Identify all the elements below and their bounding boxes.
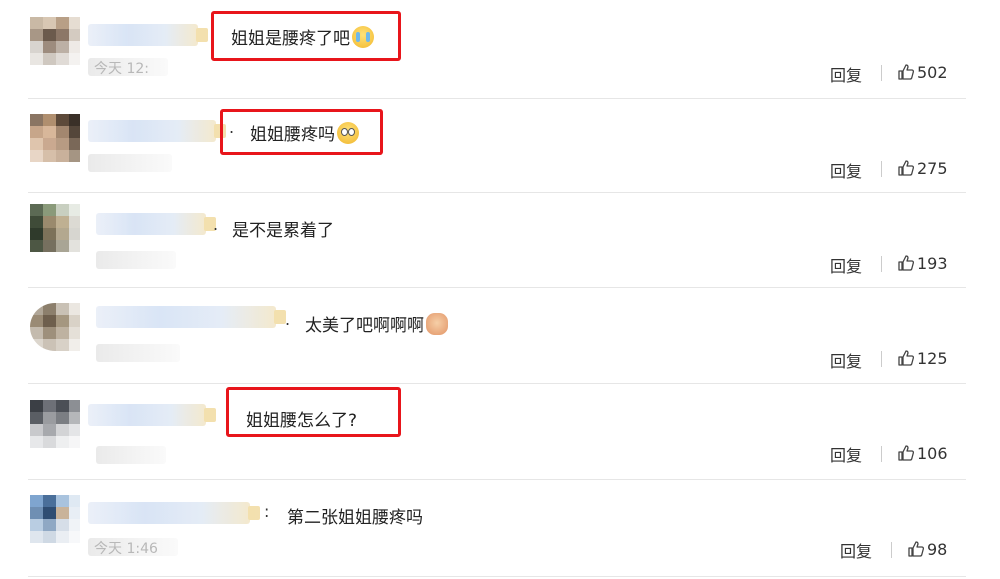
thumbs-up-icon	[898, 64, 915, 80]
reply-button[interactable]: 回复	[830, 348, 862, 372]
like-button[interactable]: 98	[907, 540, 947, 559]
thumbs-up-icon	[898, 255, 915, 271]
reply-button[interactable]: 回复	[830, 442, 862, 466]
reply-button[interactable]: 回复	[840, 538, 872, 562]
comment-item: . 是不是累着了 回复 193	[0, 191, 1000, 288]
comment-item: . 姐姐腰疼吗 回复 275	[0, 96, 1000, 193]
doge-face-icon	[426, 313, 448, 335]
reply-button[interactable]: 回复	[830, 62, 862, 86]
colon-separator: .	[213, 215, 219, 234]
username[interactable]	[88, 120, 226, 142]
colon-separator: .	[285, 310, 291, 329]
comment-text: 第二张姐姐腰疼吗	[287, 508, 423, 528]
comment-item: 今天 1:46 : 第二张姐姐腰疼吗 回复 98	[0, 478, 1000, 579]
reply-button[interactable]: 回复	[830, 158, 862, 182]
avatar[interactable]	[30, 114, 80, 162]
timestamp	[96, 251, 176, 269]
timestamp	[88, 154, 172, 172]
divider-bar	[881, 351, 882, 367]
avatar[interactable]	[30, 204, 80, 252]
like-button[interactable]: 125	[897, 349, 948, 368]
thumbs-up-icon	[908, 541, 925, 557]
avatar[interactable]	[30, 17, 80, 65]
reply-button[interactable]: 回复	[830, 253, 862, 277]
divider-bar	[881, 161, 882, 177]
avatar[interactable]	[30, 400, 80, 448]
comment-text: 姐姐是腰疼了吧	[231, 24, 374, 49]
username[interactable]	[88, 404, 216, 426]
divider-bar	[881, 65, 882, 81]
divider-bar	[881, 256, 882, 272]
like-button[interactable]: 502	[897, 63, 948, 82]
divider-bar	[891, 542, 892, 558]
thumbs-up-icon	[898, 350, 915, 366]
timestamp	[96, 344, 180, 362]
comment-text: 姐姐腰怎么了?	[246, 411, 358, 431]
avatar[interactable]	[30, 303, 80, 351]
timestamp	[96, 446, 166, 464]
colon-separator: :	[264, 502, 270, 521]
like-button[interactable]: 106	[897, 444, 948, 463]
username[interactable]	[96, 306, 286, 328]
thumbs-up-icon	[898, 160, 915, 176]
comment-item: . 太美了吧啊啊啊 回复 125	[0, 286, 1000, 384]
timestamp: 今天 1:46	[88, 538, 178, 557]
username[interactable]	[96, 213, 216, 235]
comment-text: 姐姐腰疼吗	[250, 120, 359, 145]
crying-face-icon	[352, 26, 374, 48]
divider	[28, 576, 966, 577]
username[interactable]	[88, 24, 208, 46]
username[interactable]	[88, 502, 260, 524]
thumbs-up-icon	[898, 445, 915, 461]
comment-text: 是不是累着了	[232, 221, 334, 241]
divider-bar	[881, 446, 882, 462]
comment-item: 今天 12: 姐姐是腰疼了吧 回复 502	[0, 0, 1000, 99]
avatar[interactable]	[30, 495, 80, 543]
like-button[interactable]: 193	[897, 254, 948, 273]
like-button[interactable]: 275	[897, 159, 948, 178]
timestamp: 今天 12:	[88, 58, 168, 77]
comment-text: 太美了吧啊啊啊	[305, 311, 448, 336]
sad-face-icon	[337, 122, 359, 144]
comment-item: 姐姐腰怎么了? 回复 106	[0, 382, 1000, 480]
